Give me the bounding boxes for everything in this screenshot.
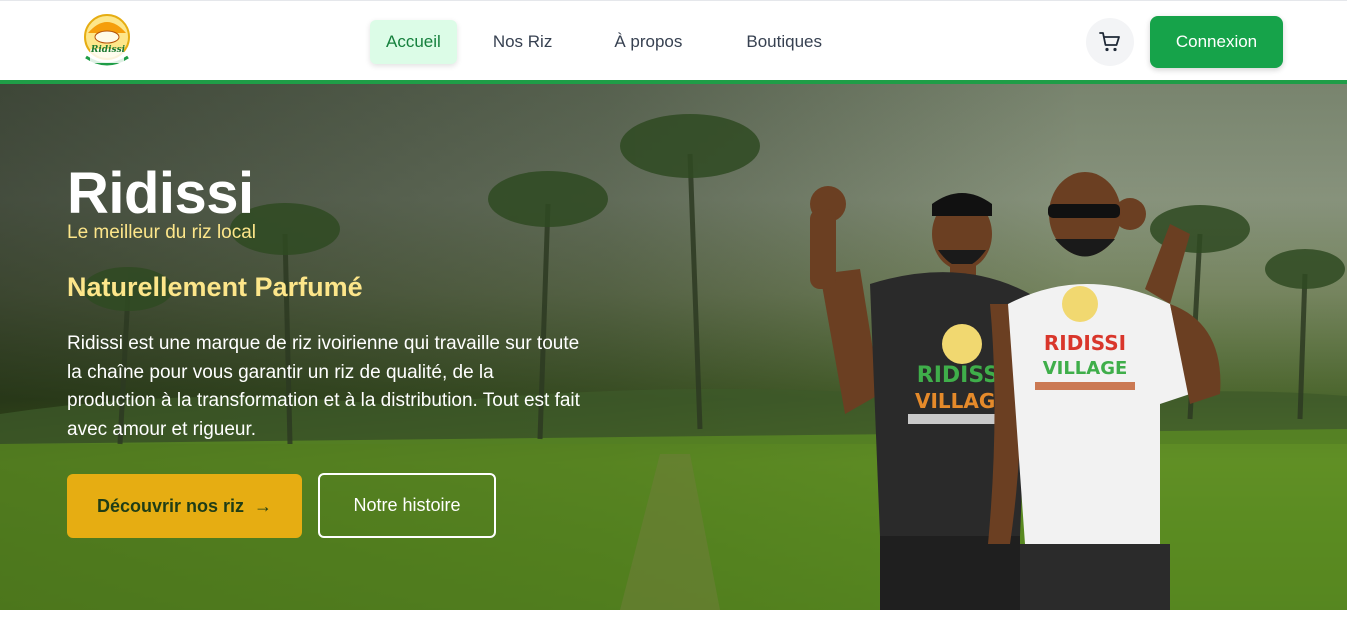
our-story-button[interactable]: Notre histoire [318,473,496,538]
ridissi-logo[interactable] [80,13,134,71]
main-nav: Accueil Nos Riz À propos Boutiques [370,20,854,64]
tshirt-right-line2: VILLAGE [1043,358,1128,379]
arrow-right-icon: → [254,495,273,516]
hero-section: Ridissi Le meilleur du riz local Naturel… [0,84,1347,610]
hero-tagline: Le meilleur du riz local [67,222,257,243]
nav-item-nos-riz[interactable]: Nos Riz [477,20,569,64]
hero-description: Ridissi est une marque de riz ivoirienne… [67,333,580,440]
tshirt-right-line1: RIDISSI [1044,331,1126,355]
login-button[interactable]: Connexion [1150,16,1283,68]
discover-rice-label: Découvrir nos riz [96,495,245,516]
logo-emblem [84,14,130,66]
hero-people-image: RIDISSI VILLAGE RIDISSI VILLAGE [810,172,1221,610]
hero-title: Ridissi [67,161,254,226]
person-left: RIDISSI VILLAGE [810,186,1030,610]
nav-item-boutiques[interactable]: Boutiques [730,20,838,64]
tshirt-left-line1: RIDISSI [917,363,1007,388]
nav-item-a-propos[interactable]: À propos [598,20,698,64]
logo-wordmark: Ridissi [90,45,126,55]
nav-item-accueil[interactable]: Accueil [370,20,457,64]
person-right: RIDISSI VILLAGE [1008,172,1221,610]
cart-button[interactable] [1086,18,1134,66]
discover-rice-button[interactable]: Découvrir nos riz → [67,474,302,538]
site-header: Ridissi Accueil Nos Riz À propos Boutiqu… [0,0,1347,84]
hero-subtitle: Naturellement Parfumé [67,272,363,302]
shopping-cart-icon [1099,32,1120,52]
